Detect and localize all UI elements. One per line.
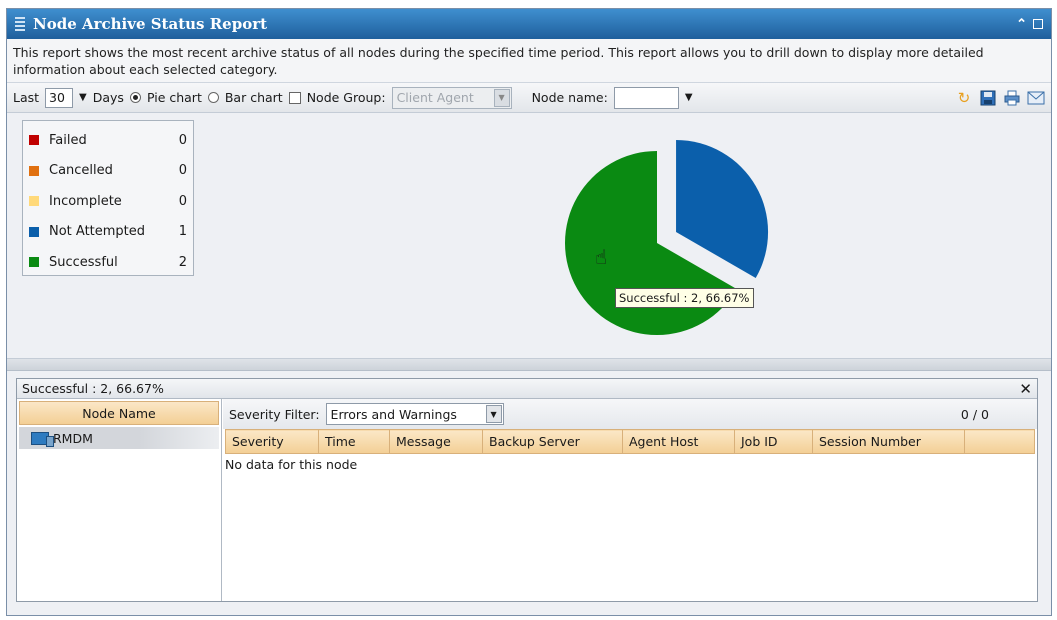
refresh-icon[interactable]: ↻: [955, 89, 973, 107]
maximize-icon[interactable]: [1033, 19, 1043, 29]
days-input[interactable]: 30: [45, 87, 74, 108]
node-list-item[interactable]: RMDM: [19, 427, 219, 449]
legend-count: 1: [178, 224, 187, 240]
drag-grip-icon[interactable]: [15, 17, 25, 31]
severity-filter-select[interactable]: Errors and Warnings ▼: [325, 403, 504, 425]
pie-slice-not-attempted[interactable]: [676, 140, 769, 278]
node-name-input[interactable]: [613, 86, 679, 109]
days-dropdown-icon[interactable]: ▼: [79, 92, 87, 103]
email-icon[interactable]: [1027, 89, 1045, 107]
legend-swatch: [29, 196, 39, 207]
close-icon[interactable]: ✕: [1019, 380, 1032, 398]
legend-count: 2: [178, 254, 187, 270]
column-header-time[interactable]: Time: [318, 429, 390, 454]
legend-item[interactable]: Successful 2: [29, 247, 187, 278]
empty-message: No data for this node: [225, 457, 358, 472]
column-header-agent-host[interactable]: Agent Host: [622, 429, 735, 454]
column-header-job-id[interactable]: Job ID: [734, 429, 813, 454]
node-name-header[interactable]: Node Name: [19, 401, 219, 425]
slice-tooltip: Successful : 2, 66.67%: [615, 288, 754, 308]
legend-swatch: [29, 135, 39, 146]
chart-area: Failed 0 Cancelled 0 Incomplete 0 Not Attempte…: [7, 113, 1051, 359]
node-list-item-label: RMDM: [53, 430, 93, 446]
last-label: Last: [13, 90, 40, 105]
chevron-down-icon[interactable]: ▼: [493, 88, 510, 107]
pager-indicator: 0 / 0: [960, 407, 989, 422]
computer-node-icon: [31, 431, 54, 447]
node-name-dropdown-icon[interactable]: ▼: [685, 92, 693, 103]
column-header-backup-server[interactable]: Backup Server: [482, 429, 623, 454]
bar-chart-label[interactable]: Bar chart: [225, 90, 283, 105]
chevron-down-icon[interactable]: ▼: [485, 405, 502, 423]
column-header-session-number[interactable]: Session Number: [812, 429, 965, 454]
legend-item[interactable]: Failed 0: [29, 125, 187, 156]
legend-label: Successful: [49, 254, 118, 270]
print-icon[interactable]: [1003, 89, 1021, 107]
bar-chart-radio[interactable]: [207, 92, 219, 103]
legend-item[interactable]: Not Attempted 1: [29, 217, 187, 248]
report-description: This report shows the most recent archiv…: [7, 39, 1051, 83]
legend-swatch: [29, 165, 39, 176]
severity-filter-value: Errors and Warnings: [330, 406, 457, 422]
chart-legend: Failed 0 Cancelled 0 Incomplete 0 Not Attempte…: [22, 120, 194, 276]
detail-header: Successful : 2, 66.67% ✕: [17, 379, 1037, 399]
legend-count: 0: [178, 132, 187, 148]
detail-panel: Successful : 2, 66.67% ✕ Node Name RMDM …: [16, 378, 1038, 602]
node-group-checkbox[interactable]: [288, 91, 301, 104]
legend-count: 0: [178, 193, 187, 209]
node-group-select[interactable]: Client Agent ▼: [391, 86, 512, 109]
node-group-label: Node Group:: [306, 90, 386, 105]
legend-label: Cancelled: [49, 163, 113, 179]
table-header-row: Severity Time Message Backup Server Agen…: [225, 429, 1035, 454]
node-list-pane: Node Name RMDM: [17, 399, 222, 601]
details-pane: Severity Filter: Errors and Warnings ▼ 0…: [223, 399, 1037, 601]
node-group-value: Client Agent: [396, 90, 474, 105]
days-label: Days: [92, 90, 124, 105]
legend-label: Failed: [49, 132, 87, 148]
legend-label: Incomplete: [49, 193, 122, 209]
legend-item[interactable]: Incomplete 0: [29, 186, 187, 217]
detail-title: Successful : 2, 66.67%: [22, 381, 164, 396]
severity-filter-label: Severity Filter:: [229, 406, 320, 422]
column-header-message[interactable]: Message: [389, 429, 483, 454]
legend-count: 0: [178, 163, 187, 179]
column-header-severity[interactable]: Severity: [225, 429, 319, 454]
collapse-icon[interactable]: ⌃: [1016, 17, 1027, 32]
details-table: Severity Time Message Backup Server Agen…: [225, 429, 1035, 454]
pie-chart[interactable]: [557, 113, 787, 343]
pane-splitter[interactable]: [7, 359, 1051, 371]
save-icon[interactable]: [979, 89, 997, 107]
severity-filter-bar: Severity Filter: Errors and Warnings ▼ 0…: [223, 399, 1037, 429]
hand-cursor-icon: ☝: [595, 245, 608, 269]
pie-chart-radio[interactable]: [129, 92, 141, 103]
legend-swatch: [29, 226, 39, 237]
legend-item[interactable]: Cancelled 0: [29, 156, 187, 187]
legend-swatch: [29, 257, 39, 268]
pie-chart-label[interactable]: Pie chart: [147, 90, 202, 105]
report-toolbar: Last 30 ▼ Days Pie chart Bar chart Node …: [7, 83, 1051, 113]
window-title: Node Archive Status Report: [33, 15, 268, 33]
node-name-label: Node name:: [531, 90, 608, 105]
column-header-blank: [964, 429, 1035, 454]
legend-label: Not Attempted: [49, 224, 146, 240]
title-bar: Node Archive Status Report ⌃: [7, 9, 1051, 39]
